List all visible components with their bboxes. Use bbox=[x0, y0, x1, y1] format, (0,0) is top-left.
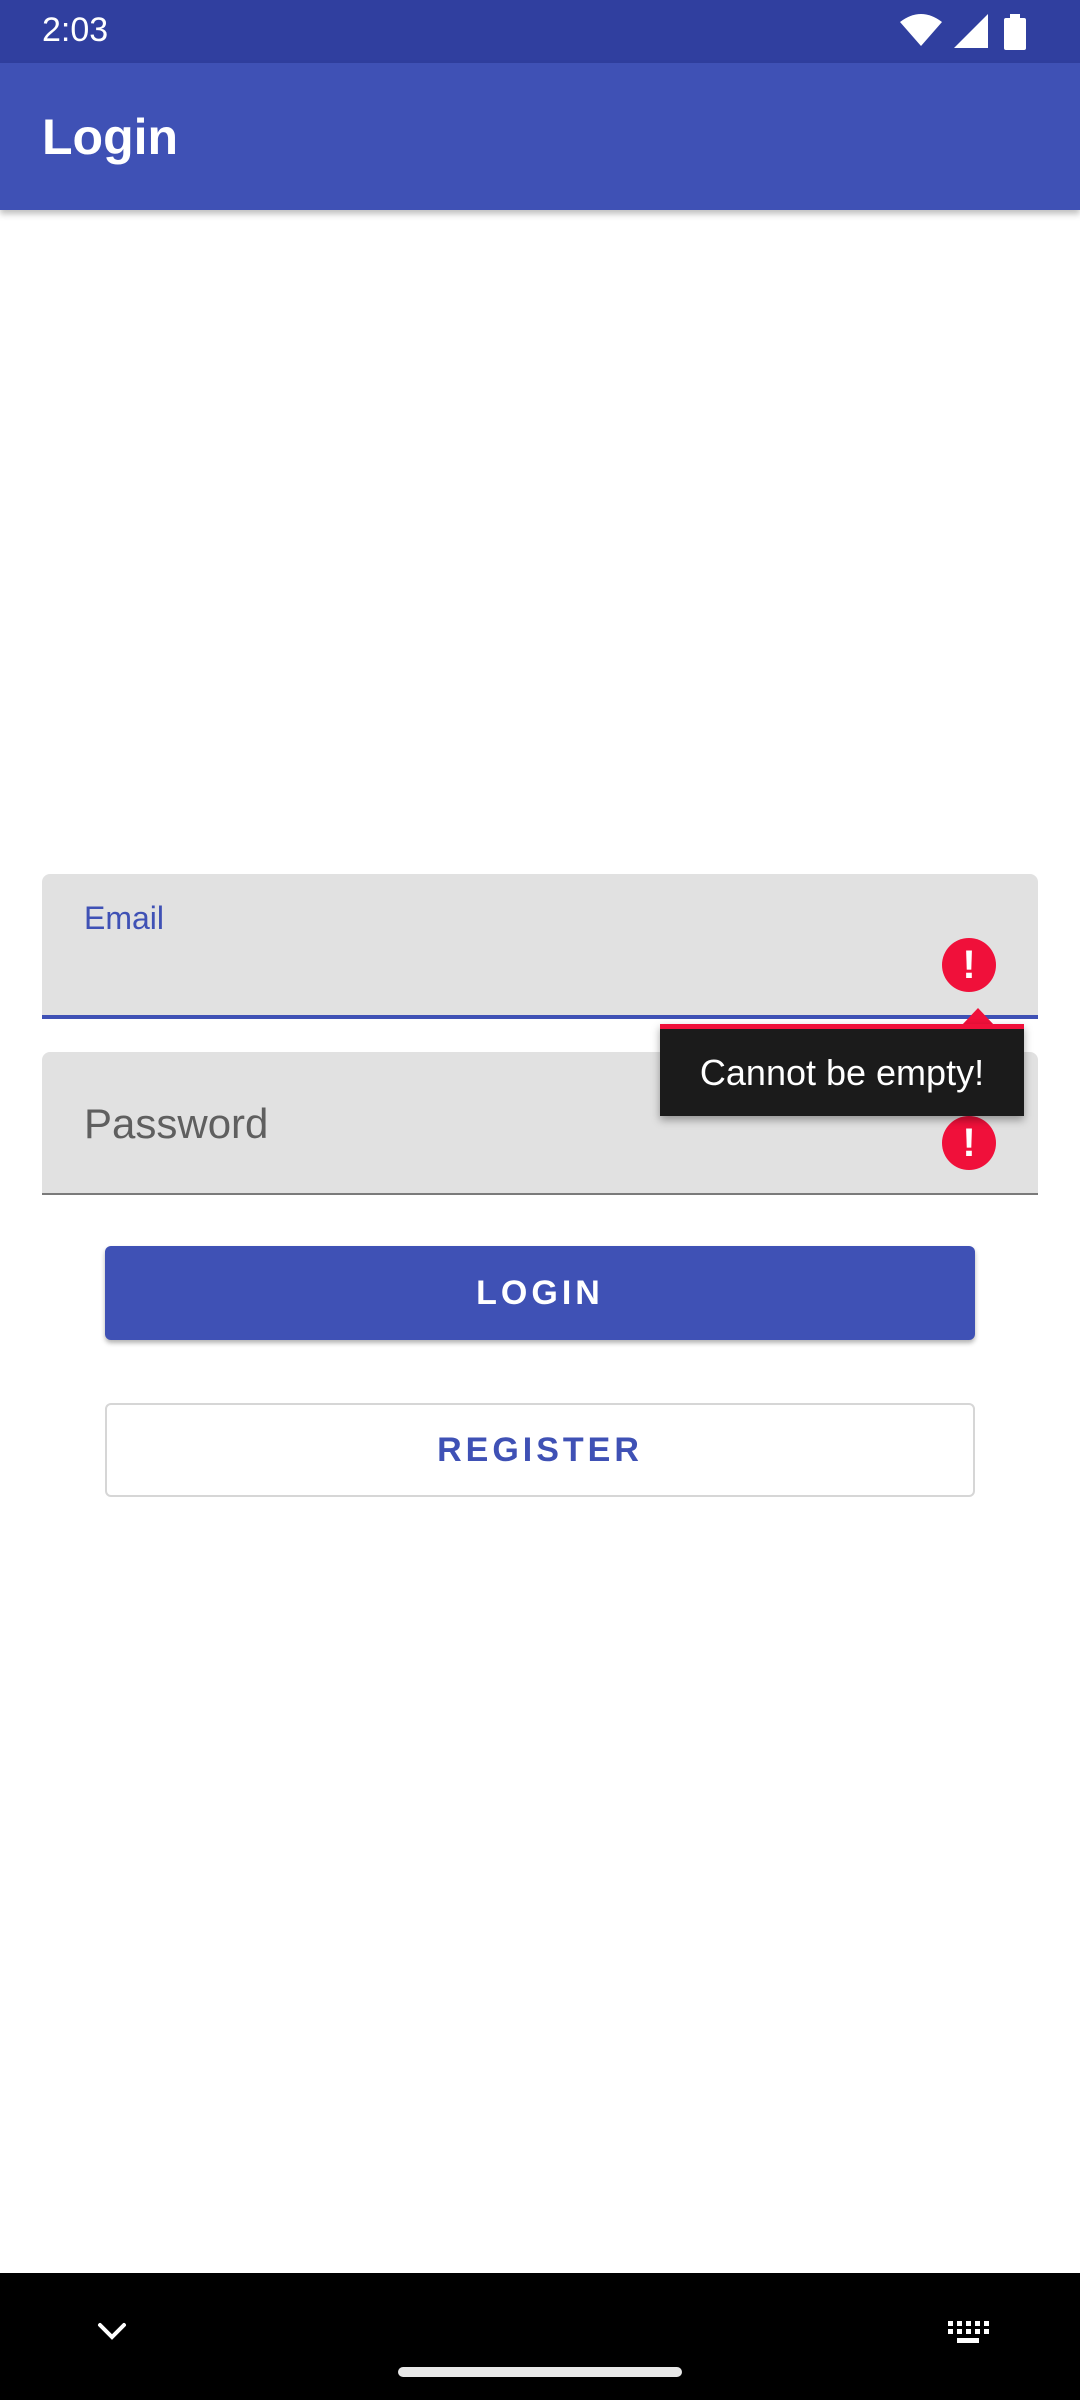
error-tooltip-text: Cannot be empty! bbox=[699, 1052, 985, 1093]
login-button[interactable]: LOGIN bbox=[105, 1246, 975, 1340]
status-time: 2:03 bbox=[42, 11, 109, 49]
register-button[interactable]: REGISTER bbox=[105, 1403, 975, 1497]
page-title: Login bbox=[42, 109, 179, 165]
tooltip-arrow bbox=[962, 1008, 994, 1025]
status-bar: 2:03 bbox=[0, 0, 1080, 63]
error-icon[interactable]: ! bbox=[942, 1116, 996, 1170]
cellular-signal-icon bbox=[954, 14, 988, 48]
error-icon[interactable]: ! bbox=[942, 938, 996, 992]
app-bar: Login bbox=[0, 63, 1080, 210]
status-icons bbox=[880, 0, 1080, 63]
keyboard-icon[interactable] bbox=[946, 2319, 990, 2345]
error-tooltip: Cannot be empty! bbox=[660, 1024, 1024, 1116]
navigation-bar bbox=[0, 2273, 1080, 2400]
email-field-label: Email bbox=[84, 900, 165, 936]
battery-icon bbox=[1004, 14, 1026, 50]
chevron-down-icon[interactable] bbox=[94, 2319, 130, 2343]
wifi-icon bbox=[900, 14, 942, 46]
home-handle[interactable] bbox=[398, 2367, 682, 2377]
email-field[interactable]: Email ! bbox=[42, 874, 1038, 1019]
password-field-placeholder: Password bbox=[84, 1100, 269, 1147]
